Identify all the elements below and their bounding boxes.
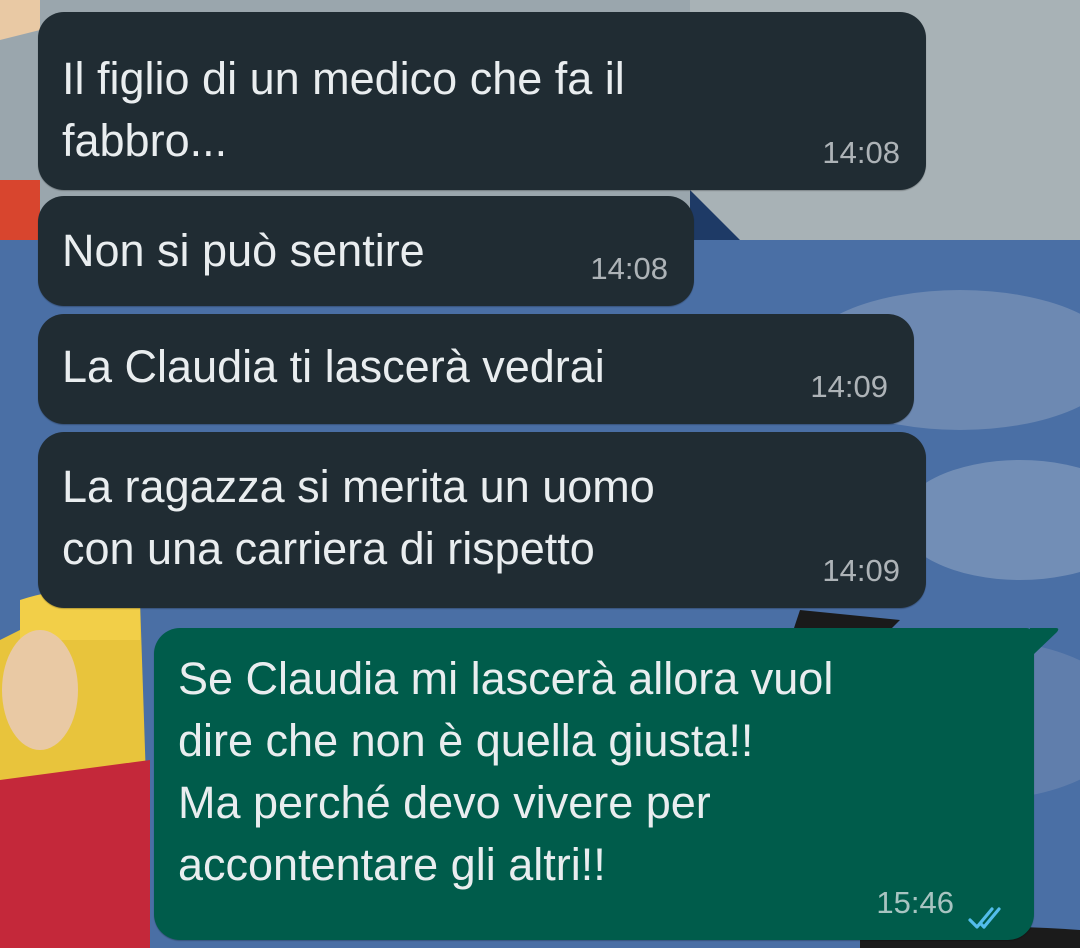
message-time: 14:08 (590, 251, 668, 286)
message-text: La ragazza si merita un uomo con una car… (62, 461, 655, 574)
incoming-message[interactable]: La Claudia ti lascerà vedrai 14:09 (38, 314, 914, 424)
message-text: La Claudia ti lascerà vedrai (62, 341, 605, 392)
outgoing-message[interactable]: Se Claudia mi lascerà allora vuol dire c… (154, 628, 1034, 940)
incoming-message[interactable]: Il figlio di un medico che fa il fabbro.… (38, 12, 926, 190)
message-time: 14:09 (810, 369, 888, 404)
outgoing-bubble-tail (1030, 628, 1059, 654)
message-text: Se Claudia mi lascerà allora vuol dire c… (178, 653, 834, 890)
incoming-message[interactable]: La ragazza si merita un uomo con una car… (38, 432, 926, 608)
incoming-message[interactable]: Non si può sentire 14:08 (38, 196, 694, 306)
message-text: Il figlio di un medico che fa il fabbro.… (62, 53, 625, 166)
double-check-icon (968, 888, 1012, 929)
message-time: 14:09 (822, 553, 900, 588)
message-time: 15:46 (876, 885, 954, 920)
chat-screen: Il figlio di un medico che fa il fabbro.… (0, 0, 1080, 948)
message-time: 14:08 (822, 135, 900, 170)
message-text: Non si può sentire (62, 225, 425, 276)
